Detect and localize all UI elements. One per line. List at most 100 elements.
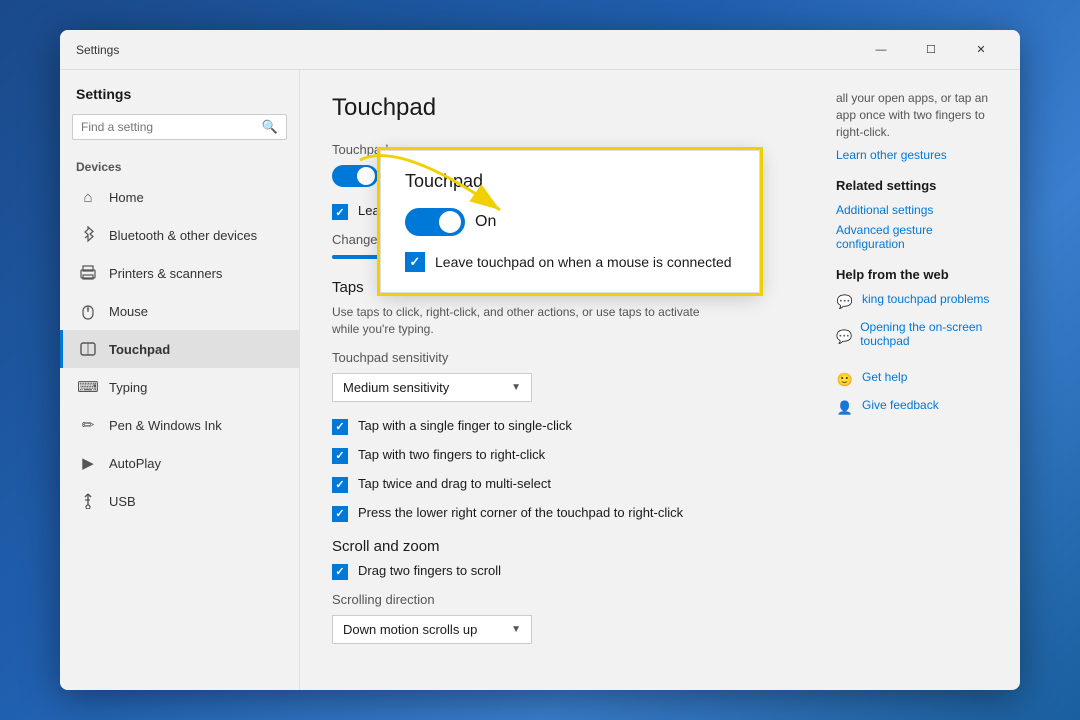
tap-two-right-label: Tap with two fingers to right-click — [358, 447, 545, 462]
help-section: Help from the web 💬 king touchpad proble… — [836, 267, 1004, 354]
sidebar-item-touchpad[interactable]: Touchpad — [60, 330, 299, 368]
sensitivity-dropdown[interactable]: Medium sensitivity ▼ — [332, 373, 532, 402]
help-link-2[interactable]: Opening the on-screen touchpad — [860, 320, 1004, 348]
sidebar-label-bluetooth: Bluetooth & other devices — [109, 228, 257, 243]
sidebar-item-home[interactable]: ⌂ Home — [60, 178, 299, 216]
tap-single-checkbox[interactable] — [332, 419, 348, 435]
scrolling-direction-dropdown[interactable]: Down motion scrolls up ▼ — [332, 615, 532, 644]
right-panel: all your open apps, or tap an app once w… — [820, 70, 1020, 690]
minimize-button[interactable]: — — [858, 34, 904, 66]
help-title: Help from the web — [836, 267, 1004, 282]
autoplay-icon: ▶ — [79, 454, 97, 472]
tap-lower-right-label: Press the lower right corner of the touc… — [358, 505, 683, 520]
tap-two-right-checkbox[interactable] — [332, 448, 348, 464]
settings-window: Settings — ☐ ✕ Settings 🔍 Devices ⌂ H — [60, 30, 1020, 690]
get-help-link[interactable]: Get help — [862, 370, 907, 384]
maximize-button[interactable]: ☐ — [908, 34, 954, 66]
help-link-1[interactable]: king touchpad problems — [862, 292, 989, 306]
get-help-icon: 🙂 — [836, 371, 854, 389]
sidebar-item-printers[interactable]: Printers & scanners — [60, 254, 299, 292]
typing-icon: ⌨ — [79, 378, 97, 396]
sidebar-label-pen: Pen & Windows Ink — [109, 418, 222, 433]
pen-icon: ✏ — [79, 416, 97, 434]
sidebar-label-touchpad: Touchpad — [109, 342, 170, 357]
sidebar-item-typing[interactable]: ⌨ Typing — [60, 368, 299, 406]
search-icon: 🔍 — [262, 119, 278, 135]
help-item-2: 💬 Opening the on-screen touchpad — [836, 320, 1004, 354]
large-toggle-label: On — [475, 213, 496, 231]
sidebar-label-usb: USB — [109, 494, 136, 509]
main-panel: Touchpad Touchpad On Leave touchpad on w… — [300, 70, 1020, 690]
sidebar-item-autoplay[interactable]: ▶ AutoPlay — [60, 444, 299, 482]
large-toggle-container: On — [405, 208, 735, 236]
large-toggle[interactable] — [405, 208, 465, 236]
drag-two-fingers-checkbox[interactable] — [332, 564, 348, 580]
search-input[interactable] — [81, 120, 262, 134]
sensitivity-value: Medium sensitivity — [343, 380, 503, 395]
tap-twice-drag-label: Tap twice and drag to multi-select — [358, 476, 551, 491]
related-settings-section: Related settings Additional settings Adv… — [836, 178, 1004, 251]
related-settings-title: Related settings — [836, 178, 1004, 193]
sidebar-label-typing: Typing — [109, 380, 147, 395]
feedback-section: 🙂 Get help 👤 Give feedback — [836, 370, 1004, 418]
advanced-gesture-link[interactable]: Advanced gesture configuration — [836, 223, 1004, 251]
feedback-icon: 👤 — [836, 399, 854, 417]
title-bar: Settings — ☐ ✕ — [60, 30, 1020, 70]
scroll-zoom-heading: Scroll and zoom — [332, 538, 788, 555]
sidebar-label-autoplay: AutoPlay — [109, 456, 161, 471]
help-icon-2: 💬 — [836, 328, 852, 346]
feedback-item: 👤 Give feedback — [836, 398, 1004, 418]
feedback-link[interactable]: Give feedback — [862, 398, 939, 412]
help-item-1: 💬 king touchpad problems — [836, 292, 1004, 312]
tooltip-checkbox[interactable] — [405, 252, 425, 272]
scrolling-direction-arrow: ▼ — [511, 624, 521, 635]
drag-two-fingers-label: Drag two fingers to scroll — [358, 563, 501, 578]
additional-settings-link[interactable]: Additional settings — [836, 203, 1004, 217]
window-content: Settings 🔍 Devices ⌂ Home Bluetooth & ot… — [60, 70, 1020, 690]
tooltip-overlay: Touchpad On Leave touchpad on when a mou… — [380, 150, 760, 293]
drag-two-fingers-checkbox-item: Drag two fingers to scroll — [332, 563, 788, 580]
scrolling-direction-value: Down motion scrolls up — [343, 622, 503, 637]
tap-two-right-checkbox-item: Tap with two fingers to right-click — [332, 447, 788, 464]
leave-touchpad-checkbox[interactable] — [332, 204, 348, 220]
learn-gestures-link[interactable]: Learn other gestures — [836, 148, 1004, 162]
sidebar-title: Settings — [60, 78, 299, 114]
tap-lower-right-checkbox[interactable] — [332, 506, 348, 522]
close-button[interactable]: ✕ — [958, 34, 1004, 66]
page-title: Touchpad — [332, 94, 788, 122]
devices-label: Devices — [60, 152, 299, 178]
sidebar-item-usb[interactable]: USB — [60, 482, 299, 520]
toggle-thumb — [357, 167, 375, 185]
sidebar-label-home: Home — [109, 190, 144, 205]
get-help-item: 🙂 Get help — [836, 370, 1004, 390]
sidebar-label-mouse: Mouse — [109, 304, 148, 319]
tap-single-label: Tap with a single finger to single-click — [358, 418, 572, 433]
sidebar-label-printers: Printers & scanners — [109, 266, 222, 281]
help-icon-1: 💬 — [836, 293, 854, 311]
tooltip-checkbox-row: Leave touchpad on when a mouse is connec… — [405, 252, 735, 272]
tap-lower-right-checkbox-item: Press the lower right corner of the touc… — [332, 505, 788, 522]
sidebar-item-pen[interactable]: ✏ Pen & Windows Ink — [60, 406, 299, 444]
large-toggle-thumb — [439, 211, 461, 233]
sensitivity-dropdown-arrow: ▼ — [511, 382, 521, 393]
tap-twice-drag-checkbox[interactable] — [332, 477, 348, 493]
desktop: Settings — ☐ ✕ Settings 🔍 Devices ⌂ H — [0, 0, 1080, 720]
printer-icon — [79, 264, 97, 282]
home-icon: ⌂ — [79, 188, 97, 206]
bluetooth-icon — [79, 226, 97, 244]
main-content: Touchpad Touchpad On Leave touchpad on w… — [300, 70, 820, 690]
sidebar-item-mouse[interactable]: Mouse — [60, 292, 299, 330]
search-box[interactable]: 🔍 — [72, 114, 287, 140]
taps-description: Use taps to click, right-click, and othe… — [332, 304, 712, 338]
tap-twice-drag-checkbox-item: Tap twice and drag to multi-select — [332, 476, 788, 493]
mouse-icon — [79, 302, 97, 320]
tooltip-title: Touchpad — [405, 171, 735, 192]
tap-single-checkbox-item: Tap with a single finger to single-click — [332, 418, 788, 435]
scrolling-direction-label: Scrolling direction — [332, 592, 788, 607]
touchpad-icon — [79, 340, 97, 358]
window-controls: — ☐ ✕ — [858, 34, 1004, 66]
usb-icon — [79, 492, 97, 510]
sidebar-item-bluetooth[interactable]: Bluetooth & other devices — [60, 216, 299, 254]
touchpad-toggle[interactable] — [332, 165, 378, 187]
window-title: Settings — [76, 43, 858, 57]
